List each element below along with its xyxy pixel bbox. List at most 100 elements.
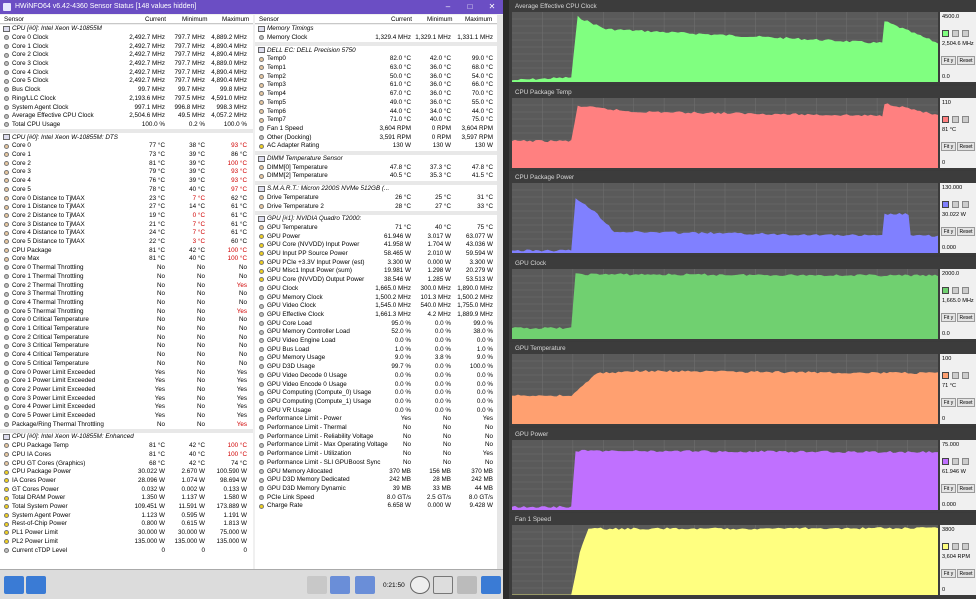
graph-plot[interactable] — [511, 268, 939, 339]
sensor-row[interactable]: PL1 Power Limit 30.000 W 30.000 W 75.000 W — [0, 529, 253, 538]
sensor-row[interactable]: Rest-of-Chip Power 0.800 W 0.615 W 1.813 W — [0, 520, 253, 529]
sensor-row[interactable]: Drive Temperature 26 °C 25 °C 31 °C — [255, 194, 497, 203]
sensor-row[interactable]: Core 2 Power Limit Exceeded Yes No Yes — [0, 386, 253, 395]
options-toggle[interactable] — [962, 457, 969, 465]
sensor-row[interactable]: Core 2 Thermal Throttling No No Yes — [0, 281, 253, 290]
header-current[interactable]: Current — [145, 16, 166, 23]
sensor-row[interactable]: Core 2 81 °C 39 °C 100 °C — [0, 160, 253, 169]
sensor-row[interactable]: Core 5 Distance to TjMAX 22 °C 3 °C 60 °C — [0, 238, 253, 247]
sensor-row[interactable]: Temp7 71.0 °C 40.0 °C 75.0 °C — [255, 116, 497, 125]
sensor-row[interactable]: Core 3 79 °C 39 °C 93 °C — [0, 168, 253, 177]
sensor-row[interactable]: Core Max 81 °C 40 °C 100 °C — [0, 255, 253, 264]
sensor-row[interactable]: CPU Package Power 30.022 W 2.670 W 100.590 … — [0, 468, 253, 477]
sensor-row[interactable]: Performance Limit - Max Operating Voltag… — [255, 441, 497, 450]
close-icon[interactable] — [481, 576, 501, 594]
sensor-row[interactable]: Core 2 Critical Temperature No No No — [0, 334, 253, 343]
sensor-row[interactable]: Package/Ring Thermal Throttling No No Yes — [0, 421, 253, 430]
graph-plot[interactable] — [511, 439, 939, 510]
reset-button[interactable]: Reset — [957, 56, 975, 65]
sensor-row[interactable]: CPU Package 81 °C 42 °C 100 °C — [0, 247, 253, 256]
reset-button[interactable]: Reset — [957, 483, 975, 493]
navigate-left-icon[interactable] — [4, 576, 24, 594]
sensor-group-header[interactable]: DIMM Temperature Sensor — [255, 154, 497, 164]
sensor-row[interactable]: Core 3 Distance to TjMAX 21 °C 7 °C 61 °C — [0, 220, 253, 229]
options-toggle[interactable] — [952, 543, 959, 550]
sensor-row[interactable]: AC Adapter Rating 130 W 130 W 130 W — [255, 142, 497, 151]
fit-y-button[interactable]: Fit y — [941, 56, 956, 65]
sensor-row[interactable]: PL2 Power Limit 135.000 W 135.000 W 135.000… — [0, 538, 253, 547]
sensor-row[interactable]: IA Cores Power 28.096 W 1.074 W 98.694 W — [0, 477, 253, 486]
sensor-row[interactable]: Charge Rate 6.658 W 0.000 W 9.428 W — [255, 502, 497, 511]
fit-y-button[interactable]: Fit y — [941, 398, 956, 407]
sensor-group-header[interactable]: S.M.A.R.T.: Micron 2200S NVMe 512GB (... — [255, 184, 497, 194]
sensor-row[interactable]: Temp4 67.0 °C 36.0 °C 70.0 °C — [255, 90, 497, 99]
fit-y-button[interactable]: Fit y — [941, 227, 956, 236]
sensor-row[interactable]: Performance Limit - Thermal No No No — [255, 424, 497, 433]
reset-button[interactable]: Reset — [957, 398, 975, 407]
sensor-row[interactable]: Core 5 Critical Temperature No No No — [0, 360, 253, 369]
series-color-swatch[interactable] — [942, 115, 949, 123]
sensor-row[interactable]: Average Effective CPU Clock 2,504.6 MHz 49… — [0, 112, 253, 121]
sensor-row[interactable]: Core 4 Thermal Throttling No No No — [0, 299, 253, 308]
graph-panel[interactable]: GPU Power 75.000 61.946 W Fit y Reset 0.000 — [509, 427, 976, 512]
sensor-row[interactable]: Core 0 Thermal Throttling No No No — [0, 264, 253, 273]
sensor-row[interactable]: GPU Computing (Compute_1) Usage 0.0 % 0.0 … — [255, 398, 497, 407]
header-maximum[interactable]: Maximum — [222, 16, 249, 23]
sensor-row[interactable]: Core 0 Clock 2,492.7 MHz 797.7 MHz 4,889.2 … — [0, 34, 253, 43]
sensor-row[interactable]: GPU Clock 1,665.0 MHz 300.0 MHz 1,890.0 MHz — [255, 285, 497, 294]
options-toggle[interactable] — [962, 543, 969, 550]
sensor-group-header[interactable]: GPU [#1]: NVIDIA Quadro T2000: — [255, 215, 497, 224]
sensor-row[interactable]: PCIe Link Speed 8.0 GT/s 2.5 GT/s 8.0 GT/s — [255, 493, 497, 502]
reset-button[interactable]: Reset — [957, 141, 975, 151]
sensor-row[interactable]: Total System Power 109.451 W 11.591 W 173.8… — [0, 503, 253, 512]
scrollbar[interactable] — [497, 15, 503, 569]
settings-icon[interactable] — [457, 576, 477, 594]
log-icon[interactable] — [433, 576, 453, 594]
sensor-row[interactable]: Core 5 Power Limit Exceeded Yes No Yes — [0, 412, 253, 421]
sensor-row[interactable]: GPU Video Decode 0 Usage 0.0 % 0.0 % 0.0 % — [255, 372, 497, 381]
graph-panel[interactable]: CPU Package Temp 110 81 °C Fit y Reset 0 — [509, 85, 976, 170]
header-current[interactable]: Current — [391, 16, 412, 23]
sensor-row[interactable]: GPU Video Engine Load 0.0 % 0.0 % 0.0 % — [255, 337, 497, 346]
sensor-row[interactable]: Memory Clock 1,329.4 MHz 1,329.1 MHz 1,331.… — [255, 34, 497, 43]
sensor-row[interactable]: GPU Input PP Source Power 58.465 W 2.010 W… — [255, 250, 497, 259]
sensor-row[interactable]: Ring/LLC Clock 2,193.6 MHz 797.5 MHz 4,591.… — [0, 95, 253, 104]
sensor-row[interactable]: GPU PCIe +3.3V Input Power (est) 3.300 W 0… — [255, 259, 497, 268]
sensor-group-header[interactable]: CPU [#0]: Intel Xeon W-10855M: DTS — [0, 133, 253, 143]
left-column-header[interactable]: Sensor Current Minimum Maximum — [0, 15, 253, 24]
layout-icon[interactable] — [330, 576, 350, 594]
sensor-row[interactable]: Performance Limit - Power Yes No Yes — [255, 415, 497, 424]
sensor-row[interactable]: Performance Limit - SLI GPUBoost Sync No N… — [255, 459, 497, 468]
options-toggle[interactable] — [962, 115, 969, 123]
series-color-swatch[interactable] — [942, 372, 949, 379]
sensor-row[interactable]: Core 3 Thermal Throttling No No No — [0, 290, 253, 299]
options-toggle[interactable] — [962, 372, 969, 379]
series-color-swatch[interactable] — [942, 286, 949, 294]
sensor-row[interactable]: GPU Core (NVVDD) Input Power 41.958 W 1.70… — [255, 241, 497, 250]
sensor-row[interactable]: Core 1 Power Limit Exceeded Yes No Yes — [0, 377, 253, 386]
sensor-row[interactable]: GPU Video Clock 1,545.0 MHz 540.0 MHz 1,755… — [255, 302, 497, 311]
sensor-row[interactable]: GPU Computing (Compute_0) Usage 0.0 % 0.0 … — [255, 389, 497, 398]
graph-plot[interactable] — [511, 183, 939, 254]
sensor-row[interactable]: GPU Memory Controller Load 52.0 % 0.0 % 38.… — [255, 328, 497, 337]
clock-icon[interactable] — [410, 576, 430, 594]
options-toggle[interactable] — [952, 30, 959, 37]
sensor-row[interactable]: Current cTDP Level 0 0 0 — [0, 546, 253, 555]
sensor-row[interactable]: Core 5 Clock 2,492.7 MHz 797.7 MHz 4,890.4 … — [0, 77, 253, 86]
options-toggle[interactable] — [952, 115, 959, 123]
sensor-row[interactable]: GPU Memory Allocated 370 MB 156 MB 370 MB — [255, 467, 497, 476]
graph-plot[interactable] — [511, 97, 939, 168]
sensor-group-header[interactable]: CPU [#0]: Intel Xeon W-10855M: Enhanced — [0, 433, 253, 442]
sensor-row[interactable]: Core 5 78 °C 40 °C 97 °C — [0, 186, 253, 195]
graph-panel[interactable]: CPU Package Power 130.000 30.022 W Fit y Res… — [509, 171, 976, 255]
maximize-button[interactable]: □ — [459, 0, 481, 14]
sensor-row[interactable]: Core 1 Critical Temperature No No No — [0, 325, 253, 334]
sensor-row[interactable]: GPU Core (NVVDD) Output Power 38.546 W 1.2… — [255, 276, 497, 285]
series-color-swatch[interactable] — [942, 457, 949, 465]
sensor-group-header[interactable]: Memory Timings — [255, 25, 497, 34]
sensor-row[interactable]: Core 1 73 °C 39 °C 86 °C — [0, 151, 253, 160]
sensor-row[interactable]: DIMM[0] Temperature 47.8 °C 37.3 °C 47.8 °C — [255, 164, 497, 173]
sensor-row[interactable]: Core 4 Power Limit Exceeded Yes No Yes — [0, 403, 253, 412]
series-color-swatch[interactable] — [942, 30, 949, 37]
sensor-row[interactable]: GPU Bus Load 1.0 % 0.0 % 1.0 % — [255, 346, 497, 355]
